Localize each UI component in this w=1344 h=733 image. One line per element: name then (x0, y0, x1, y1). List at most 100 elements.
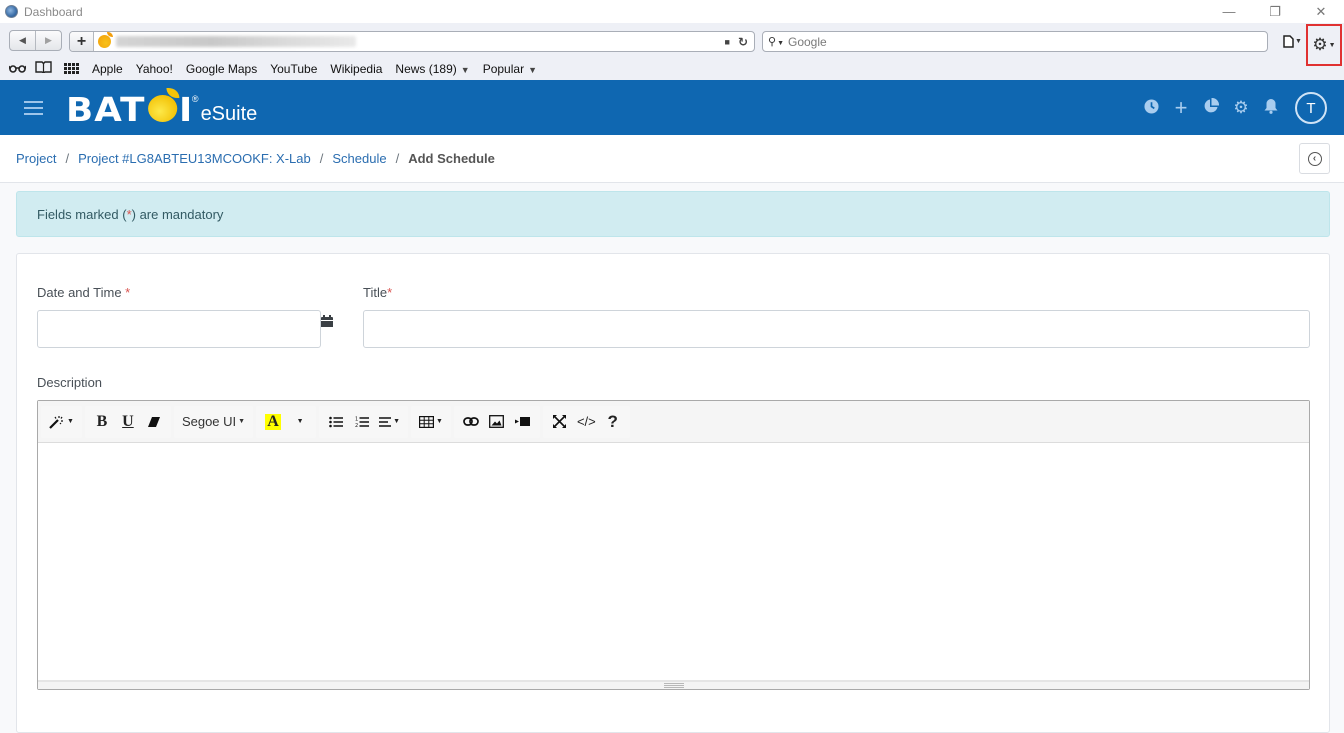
reload-icon[interactable]: ↻ (738, 35, 748, 49)
editor-resize-bar[interactable] (38, 680, 1309, 689)
required-asterisk: * (125, 285, 131, 300)
table-dropdown[interactable]: ▼ (415, 409, 447, 435)
search-input[interactable] (788, 34, 1228, 49)
chevron-down-icon: ▼ (436, 418, 443, 425)
toolbar-group-font: B U (84, 405, 171, 438)
bookmark-youtube[interactable]: YouTube (270, 62, 317, 76)
user-avatar[interactable]: T (1295, 92, 1327, 124)
help-button[interactable]: ? (600, 409, 626, 435)
paragraph-align-dropdown[interactable]: ▼ (375, 409, 404, 435)
date-time-label: Date and Time * (37, 285, 131, 300)
bold-button[interactable]: B (89, 409, 115, 435)
bookmark-folder-label: Popular (482, 61, 525, 76)
toolbar-group-insert (453, 405, 540, 438)
chevron-down-icon: ▼ (393, 418, 401, 425)
bell-icon[interactable] (1263, 98, 1279, 118)
bookmark-wikipedia[interactable]: Wikipedia (330, 62, 382, 76)
breadcrumb-schedule[interactable]: Schedule (332, 151, 386, 166)
unordered-list-button[interactable] (323, 409, 349, 435)
chevron-down-icon: ▼ (238, 418, 246, 425)
forward-button[interactable]: ▶ (35, 30, 61, 50)
toolbar-group-para: 12 ▼ (319, 405, 409, 438)
gear-icon: ⚙ (1312, 35, 1328, 54)
ordered-list-button[interactable]: 12 (349, 409, 375, 435)
minimize-button[interactable]: — (1206, 0, 1252, 23)
align-left-icon (379, 416, 392, 427)
bookmark-folder-news[interactable]: News (189) ▼ (395, 62, 469, 76)
logo-brand-suffix: I (179, 89, 194, 129)
description-textarea[interactable] (38, 443, 1309, 688)
settings-menu-button[interactable]: ⚙ ▼ (1306, 24, 1342, 66)
back-button[interactable]: ‹ (1299, 143, 1330, 174)
bookmark-apple[interactable]: Apple (92, 62, 123, 76)
top-sites-icon[interactable] (64, 63, 79, 74)
search-icon[interactable]: ⚲▼ (768, 35, 784, 48)
font-family-value: Segoe UI (181, 414, 237, 429)
alert-text-before: Fields marked ( (37, 206, 127, 222)
breadcrumb-project-detail[interactable]: Project #LG8ABTEU13MCOOKF: X-Lab (78, 151, 311, 166)
gear-icon[interactable]: ⚙ (1233, 98, 1249, 118)
highlight-color-button[interactable]: A (260, 409, 286, 435)
plus-icon[interactable]: + (1173, 97, 1189, 119)
url-text-blurred[interactable] (116, 36, 356, 47)
new-tab-button[interactable]: + (70, 32, 94, 51)
clock-icon[interactable] (1143, 98, 1159, 118)
picture-button[interactable] (484, 409, 510, 435)
toolbar-group-color: A ▼ (256, 405, 317, 438)
logo-brand-text: BAT (66, 89, 146, 129)
bookmark-yahoo[interactable]: Yahoo! (136, 62, 173, 76)
resize-grip-icon[interactable] (663, 683, 684, 688)
window-titlebar: Dashboard — ❐ ✕ (0, 0, 1344, 23)
breadcrumb-separator: / (395, 151, 400, 166)
search-bar[interactable]: ⚲▼ (762, 31, 1268, 52)
page-icon (1283, 35, 1294, 48)
video-button[interactable] (510, 409, 536, 435)
color-dropdown-button[interactable]: ▼ (286, 409, 312, 435)
underline-button[interactable]: U (115, 409, 141, 435)
pie-chart-icon[interactable] (1203, 97, 1220, 118)
mandatory-fields-alert: Fields marked (*) are mandatory (16, 191, 1330, 237)
description-editor: ▼ B U Segoe UI ▼ A ▼ 1 2 ▼ ▼ </> ? (37, 400, 1310, 690)
bookmark-folder-label: News (189) (395, 61, 457, 76)
chevron-down-icon: ▼ (1295, 38, 1302, 45)
video-icon (515, 417, 531, 426)
date-time-input[interactable] (37, 310, 321, 348)
page-menu-button[interactable]: ▼ (1283, 35, 1302, 48)
address-bar[interactable]: + ■ ↻ (69, 31, 755, 52)
close-button[interactable]: ✕ (1298, 0, 1344, 23)
breadcrumb-separator: / (65, 151, 70, 166)
eraser-icon (147, 416, 160, 427)
clear-format-button[interactable] (141, 409, 167, 435)
magic-wand-icon (49, 415, 63, 429)
alert-text-after: ) are mandatory (131, 206, 224, 222)
editor-toolbar: ▼ B U Segoe UI ▼ A ▼ 1 2 ▼ ▼ </> ? (38, 401, 1309, 443)
chevron-down-icon: ▼ (528, 64, 537, 75)
link-button[interactable] (458, 409, 484, 435)
restore-button[interactable]: ❐ (1252, 0, 1298, 23)
reading-list-icon[interactable] (8, 61, 27, 76)
header-actions: + ⚙ T (1143, 92, 1327, 124)
toolbar-group-table: ▼ (411, 405, 451, 438)
menu-toggle-icon[interactable] (24, 100, 43, 115)
code-view-button[interactable]: </> (573, 409, 600, 435)
calendar-icon[interactable] (321, 315, 333, 327)
chevron-down-icon: ▼ (67, 418, 74, 425)
chevron-down-icon: ▼ (296, 418, 304, 425)
bullet-list-icon (329, 416, 344, 427)
breadcrumb-project[interactable]: Project (16, 151, 56, 166)
font-family-dropdown[interactable]: Segoe UI ▼ (178, 409, 249, 435)
bookmarks-icon[interactable] (35, 61, 52, 76)
title-input[interactable] (363, 310, 1310, 348)
style-button[interactable]: ▼ (45, 409, 78, 435)
logo-fruit-icon (147, 87, 180, 122)
svg-text:2: 2 (355, 423, 358, 428)
back-forward-group: ◀ ▶ (9, 29, 62, 51)
bookmark-google-maps[interactable]: Google Maps (186, 62, 257, 76)
toolbar-group-fontname: Segoe UI ▼ (173, 405, 254, 438)
product-name: eSuite (200, 102, 258, 125)
fullscreen-button[interactable] (547, 409, 573, 435)
bookmark-folder-popular[interactable]: Popular ▼ (483, 62, 537, 76)
app-logo[interactable]: BAT I ® eSuite (66, 87, 258, 129)
required-asterisk: * (387, 285, 393, 300)
back-button[interactable]: ◀ (10, 31, 35, 50)
